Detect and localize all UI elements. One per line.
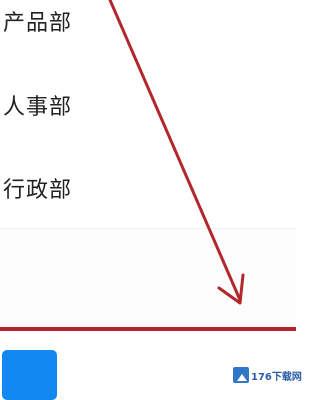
watermark-text: 176下载网 bbox=[251, 371, 302, 383]
watermark-logo-icon bbox=[233, 367, 249, 383]
list-item-admin-dept[interactable]: 行政部 bbox=[0, 146, 296, 230]
list-item-label: 行政部 bbox=[3, 178, 73, 203]
list-item-label: 产品部 bbox=[3, 11, 73, 36]
empty-area bbox=[0, 228, 296, 329]
list-item-label: 人事部 bbox=[3, 95, 73, 120]
site-watermark: 176下载网 bbox=[233, 362, 302, 388]
list-item-hr-dept[interactable]: 人事部 bbox=[0, 63, 296, 147]
list-item-product-dept[interactable]: 产品部 bbox=[0, 0, 296, 63]
app-tile-button[interactable] bbox=[2, 350, 57, 400]
